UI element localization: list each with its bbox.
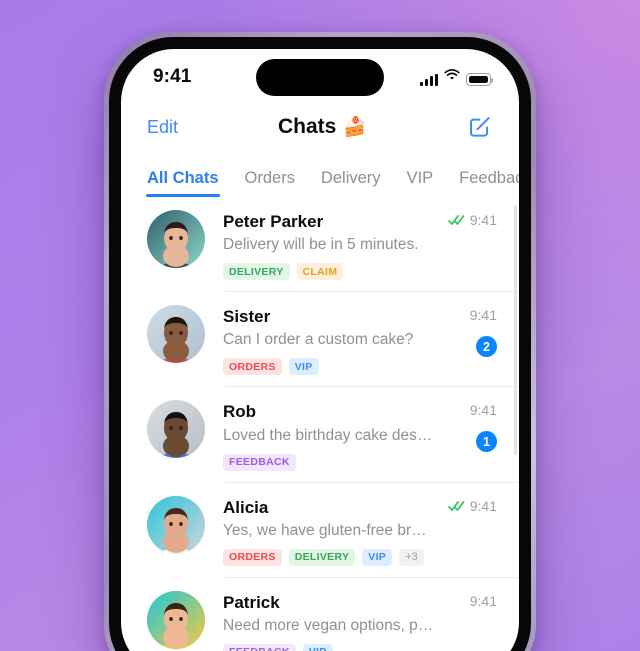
tab-feedback[interactable]: Feedback bbox=[459, 169, 519, 197]
chat-contact-name: Peter Parker bbox=[223, 212, 324, 231]
navigation-bar: Edit Chats 🍰 bbox=[121, 101, 519, 153]
chat-list-item[interactable]: Alicia Yes, we have gluten-free bread av… bbox=[121, 483, 519, 578]
chat-contact-name: Patrick bbox=[223, 592, 280, 612]
edit-button[interactable]: Edit bbox=[147, 117, 178, 138]
chat-timestamp-group: 9:41 bbox=[470, 307, 497, 323]
chat-timestamp-group: 9:41 bbox=[447, 212, 497, 228]
tab-all-chats[interactable]: All Chats bbox=[146, 169, 220, 197]
chat-tag: FEEDBACK bbox=[223, 643, 296, 651]
read-receipt-double-check-icon bbox=[447, 500, 465, 512]
chat-item-content: Rob Loved the birthday cake design! FEED… bbox=[205, 400, 435, 471]
chat-timestamp: 9:41 bbox=[469, 212, 497, 228]
chat-contact-name: Rob bbox=[223, 402, 257, 422]
chat-timestamp-group: 9:41 bbox=[470, 402, 497, 418]
cellular-bars-icon bbox=[420, 74, 438, 86]
dynamic-island bbox=[256, 59, 384, 96]
phone-bezel: 9:41 Edit Chats 🍰 All Chats Orders Deliv… bbox=[109, 37, 531, 651]
chat-item-meta: 9:41 1 bbox=[435, 400, 497, 453]
chat-list-item[interactable]: Patrick Need more vegan options, please.… bbox=[121, 578, 519, 651]
chat-timestamp-group: 9:41 bbox=[447, 497, 497, 514]
chat-tag-overflow: +3 bbox=[399, 548, 424, 566]
status-bar-icons bbox=[420, 68, 494, 86]
chat-item-content: Sister Can I order a custom cake? ORDERS… bbox=[205, 305, 435, 376]
page-title-text: Chats bbox=[278, 115, 337, 138]
chat-tag-row: FEEDBACK bbox=[223, 453, 435, 471]
chat-list[interactable]: Peter Parker Delivery will be in 5 minut… bbox=[121, 197, 519, 651]
chat-item-content: Alicia Yes, we have gluten-free bread av… bbox=[205, 496, 435, 566]
unread-count-badge: 1 bbox=[476, 431, 497, 453]
phone-screen: 9:41 Edit Chats 🍰 All Chats Orders Deliv… bbox=[121, 49, 519, 651]
chat-tag-row: DELIVERY CLAIM bbox=[223, 263, 435, 281]
chat-preview-message: Need more vegan options, please. bbox=[223, 616, 435, 634]
chat-preview-message: Loved the birthday cake design! bbox=[223, 426, 435, 444]
chat-timestamp: 9:41 bbox=[469, 307, 497, 324]
chat-tag: VIP bbox=[362, 548, 393, 566]
cake-emoji-icon: 🍰 bbox=[343, 116, 368, 138]
chat-tag: DELIVERY bbox=[288, 548, 356, 566]
chat-tag: DELIVERY bbox=[223, 263, 290, 281]
chat-item-meta: 9:41 bbox=[435, 496, 497, 514]
chat-tag: VIP bbox=[302, 643, 333, 651]
chat-item-content: Patrick Need more vegan options, please.… bbox=[205, 591, 435, 651]
chat-contact-name: Alicia bbox=[223, 497, 269, 517]
status-bar: 9:41 bbox=[121, 49, 519, 101]
chat-timestamp: 9:41 bbox=[469, 402, 497, 419]
battery-full-icon bbox=[466, 73, 494, 86]
chat-timestamp-group: 9:41 bbox=[470, 593, 497, 609]
chat-item-content: Peter Parker Delivery will be in 5 minut… bbox=[205, 210, 435, 281]
avatar-patrick bbox=[147, 590, 205, 649]
chat-list-item[interactable]: Sister Can I order a custom cake? ORDERS… bbox=[121, 292, 519, 388]
read-receipt-double-check-icon bbox=[447, 214, 465, 226]
chat-tag-row: ORDERS VIP bbox=[223, 358, 435, 376]
tab-orders[interactable]: Orders bbox=[245, 169, 295, 197]
avatar-alicia bbox=[147, 495, 205, 554]
chat-item-meta: 9:41 bbox=[435, 591, 497, 609]
chat-preview-message: Yes, we have gluten-free bread available… bbox=[223, 521, 435, 539]
chat-tag: FEEDBACK bbox=[223, 453, 296, 471]
chat-list-item[interactable]: Peter Parker Delivery will be in 5 minut… bbox=[121, 197, 519, 293]
wallpaper-background: 9:41 Edit Chats 🍰 All Chats Orders Deliv… bbox=[0, 0, 640, 651]
chat-preview-message: Delivery will be in 5 minutes. bbox=[223, 236, 419, 254]
chat-list-item[interactable]: Rob Loved the birthday cake design! FEED… bbox=[121, 387, 519, 483]
avatar-peter-parker bbox=[147, 210, 205, 268]
wifi-icon bbox=[444, 68, 460, 86]
avatar-rob bbox=[147, 400, 205, 459]
compose-pencil-square-icon[interactable] bbox=[467, 114, 493, 140]
page-title: Chats 🍰 bbox=[178, 115, 467, 139]
tab-vip[interactable]: VIP bbox=[407, 169, 434, 197]
chat-timestamp: 9:41 bbox=[469, 592, 497, 609]
chat-preview-message: Can I order a custom cake? bbox=[223, 331, 414, 349]
chat-contact-name: Sister bbox=[223, 307, 271, 327]
chat-timestamp: 9:41 bbox=[469, 497, 497, 514]
chat-tag: ORDERS bbox=[223, 358, 282, 376]
chat-tag: CLAIM bbox=[296, 263, 344, 281]
chat-filter-tabs[interactable]: All ChatsOrdersDeliveryVIPFeedbackE bbox=[121, 153, 519, 197]
chat-item-meta: 9:41 bbox=[435, 210, 497, 228]
status-bar-time: 9:41 bbox=[153, 66, 192, 87]
chat-item-meta: 9:41 2 bbox=[435, 305, 497, 358]
chat-tag: VIP bbox=[288, 358, 319, 376]
chat-tag: ORDERS bbox=[223, 548, 282, 566]
phone-device-frame: 9:41 Edit Chats 🍰 All Chats Orders Deliv… bbox=[104, 32, 536, 651]
unread-count-badge: 2 bbox=[476, 336, 497, 358]
tab-delivery[interactable]: Delivery bbox=[321, 169, 381, 197]
chat-tag-row: ORDERS DELIVERY VIP +3 bbox=[223, 548, 435, 566]
chat-tag-row: FEEDBACK VIP bbox=[223, 643, 435, 651]
avatar-sister bbox=[147, 305, 205, 364]
